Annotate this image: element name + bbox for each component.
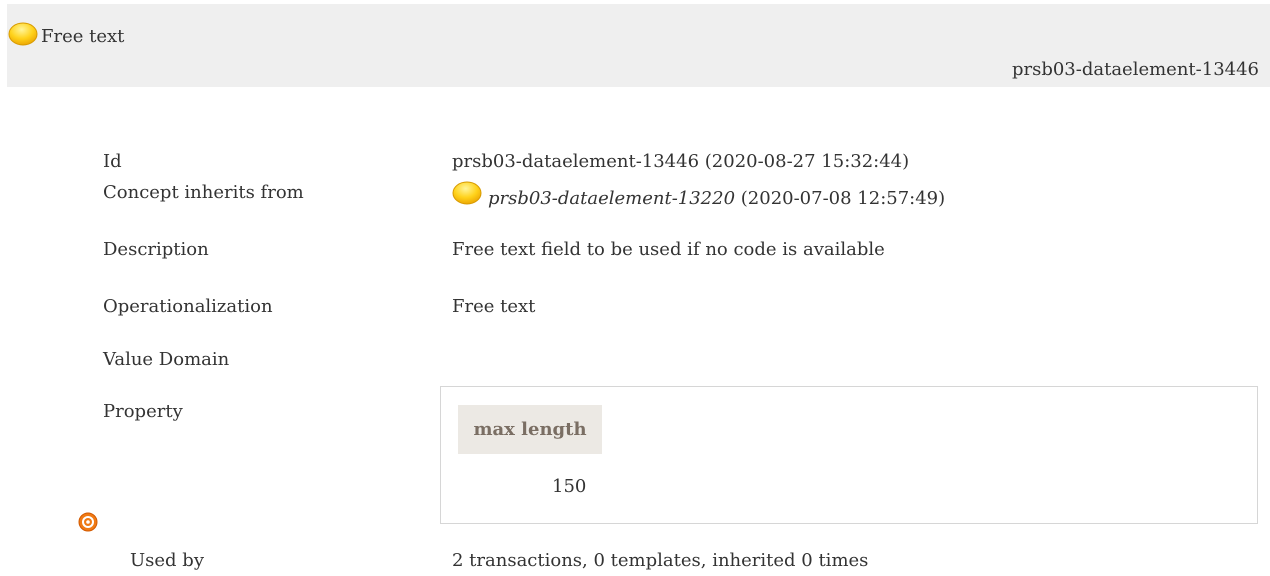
inherits-date: (2020-07-08 12:57:49): [735, 188, 946, 209]
property-value: 150: [552, 476, 587, 497]
concept-id: prsb03-dataelement-13446: [1011, 59, 1259, 80]
concept-header: Free text prsb03-dataelement-13446: [7, 4, 1270, 87]
used-by-value[interactable]: 2 transactions, 0 templates, inherited 0…: [452, 549, 868, 573]
concept-title: Free text: [41, 26, 125, 47]
item-status-icon: [452, 181, 482, 205]
inherits-label: Concept inherits from: [103, 182, 304, 203]
description-label: Description: [103, 239, 209, 260]
value-domain-label: Value Domain: [103, 349, 230, 370]
property-label: Property: [103, 401, 183, 422]
inherits-link[interactable]: prsb03-dataelement-13220: [488, 188, 735, 209]
item-status-icon: [8, 22, 38, 46]
description-value: Free text field to be used if no code is…: [452, 239, 885, 260]
property-header: max length: [458, 405, 602, 454]
used-by-label: Used by: [130, 550, 204, 571]
property-table: max length 150: [440, 386, 1258, 524]
operationalization-label: Operationalization: [103, 296, 273, 317]
id-label: Id: [103, 151, 122, 172]
id-value: prsb03-dataelement-13446 (2020-08-27 15:…: [452, 151, 910, 172]
operationalization-value: Free text: [452, 296, 536, 317]
inherits-value: prsb03-dataelement-13220 (2020-07-08 12:…: [452, 181, 946, 211]
target-icon: [78, 512, 98, 532]
